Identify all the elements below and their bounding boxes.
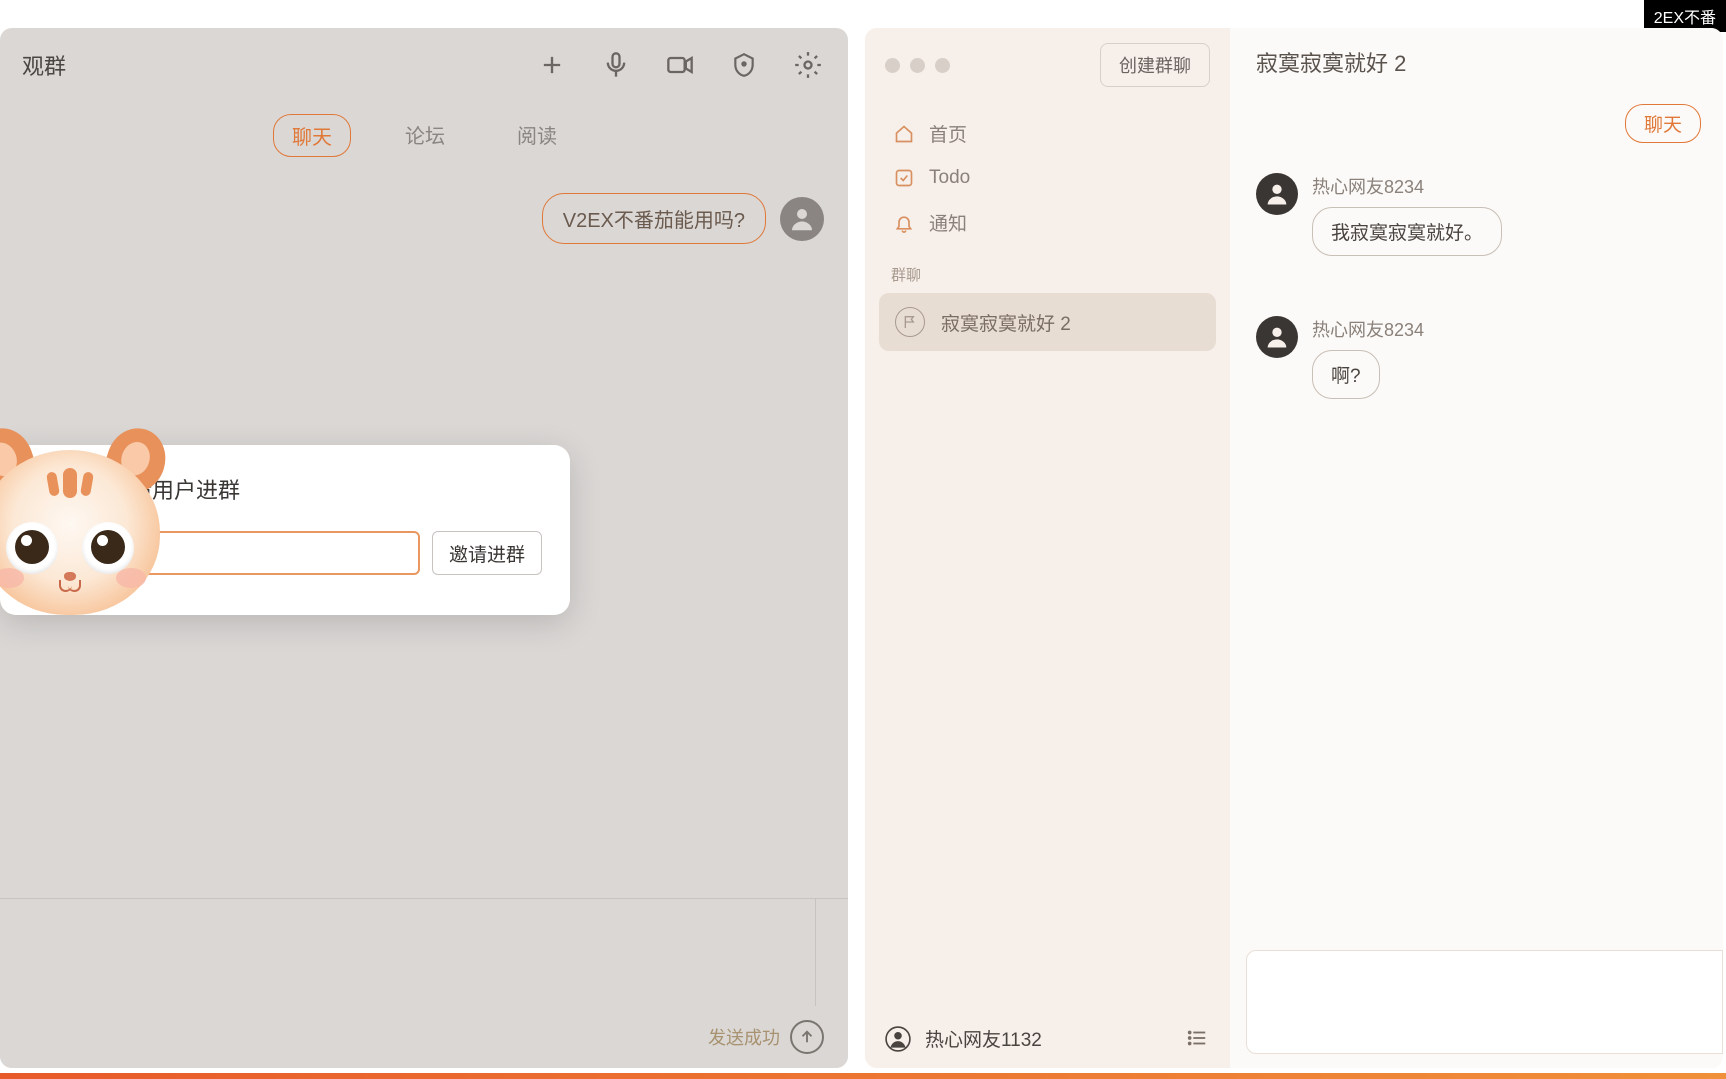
send-status-text: 发送成功 [708,1024,780,1050]
sidebar-header: 创建群聊 [865,28,1230,102]
message-bubble: 啊? [1312,350,1380,399]
close-dot-icon[interactable] [885,58,900,73]
video-icon[interactable] [662,47,698,83]
sender-avatar-icon[interactable] [1256,316,1298,358]
window-traffic-lights [885,58,950,73]
sender-name: 热心网友8234 [1312,173,1502,199]
left-compose-input[interactable] [0,899,816,1006]
outgoing-message: V2EX不番茄能用吗? [542,193,824,244]
left-window-actions [534,47,826,83]
modal-title: 请用户进群 [130,473,542,505]
tab-forum[interactable]: 论坛 [387,114,463,157]
check-icon [893,167,915,189]
message-body: 热心网友8234 啊? [1312,316,1424,399]
nav-home-label: 首页 [929,120,967,147]
message-row: 热心网友8234 我寂寞寂寞就好。 [1256,173,1697,256]
group-name: 寂寞寂寞就好 2 [941,309,1071,336]
main-tabs: 聊天 [1230,96,1723,159]
nav-notifications[interactable]: 通知 [885,199,1210,246]
main-title: 寂寞寂寞就好 2 [1230,28,1723,96]
cat-mascot-icon [0,420,180,640]
right-main: 寂寞寂寞就好 2 聊天 热心网友8234 我寂寞寂寞就好。 热心网友8234 [1230,28,1723,1068]
invite-button[interactable]: 邀请进群 [432,531,542,575]
right-sidebar: 创建群聊 首页 Todo 通知 群聊 [865,28,1230,1068]
send-button[interactable] [790,1020,824,1054]
send-row: 发送成功 [0,1006,848,1068]
tab-read[interactable]: 阅读 [499,114,575,157]
right-compose-input[interactable] [1246,950,1723,1054]
sender-avatar-icon[interactable] [1256,173,1298,215]
right-chat-window: 创建群聊 首页 Todo 通知 群聊 [865,28,1723,1068]
top-strip: 2EX不番 [0,0,1726,28]
plus-icon[interactable] [534,47,570,83]
message-row: 热心网友8234 啊? [1256,316,1697,399]
self-avatar-icon[interactable] [780,197,824,241]
user-avatar-icon[interactable] [885,1026,911,1052]
tab-chat[interactable]: 聊天 [273,114,351,157]
minimize-dot-icon[interactable] [910,58,925,73]
shield-icon[interactable] [726,47,762,83]
left-window-header: 观群 [0,28,848,102]
nav-todo-label: Todo [929,167,970,189]
message-bubble: 我寂寞寂寞就好。 [1312,207,1502,256]
message-list: 热心网友8234 我寂寞寂寞就好。 热心网友8234 啊? [1230,159,1723,1068]
left-compose-area: 发送成功 [0,898,848,1068]
sender-name: 热心网友8234 [1312,316,1424,342]
bell-icon [893,212,915,234]
gear-icon[interactable] [790,47,826,83]
left-tabs: 聊天 论坛 阅读 [0,102,848,175]
group-flag-icon [895,307,925,337]
sidebar-nav: 首页 Todo 通知 [865,102,1230,246]
message-body: 热心网友8234 我寂寞寂寞就好。 [1312,173,1502,256]
group-item[interactable]: 寂寞寂寞就好 2 [879,293,1216,351]
outgoing-bubble: V2EX不番茄能用吗? [542,193,766,244]
maximize-dot-icon[interactable] [935,58,950,73]
group-section-label: 群聊 [865,246,1230,293]
left-window-title: 观群 [22,49,66,81]
modal-row: 邀请进群 [130,531,542,575]
main-tab-chat[interactable]: 聊天 [1625,104,1701,143]
nav-notifications-label: 通知 [929,209,967,236]
footer-username: 热心网友1132 [925,1025,1172,1052]
microphone-icon[interactable] [598,47,634,83]
nav-home[interactable]: 首页 [885,110,1210,157]
list-icon[interactable] [1186,1027,1210,1051]
dock-edge [0,1073,1726,1079]
home-icon [893,123,915,145]
sidebar-footer: 热心网友1132 [865,1009,1230,1068]
nav-todo[interactable]: Todo [885,157,1210,199]
create-group-button[interactable]: 创建群聊 [1100,43,1210,87]
